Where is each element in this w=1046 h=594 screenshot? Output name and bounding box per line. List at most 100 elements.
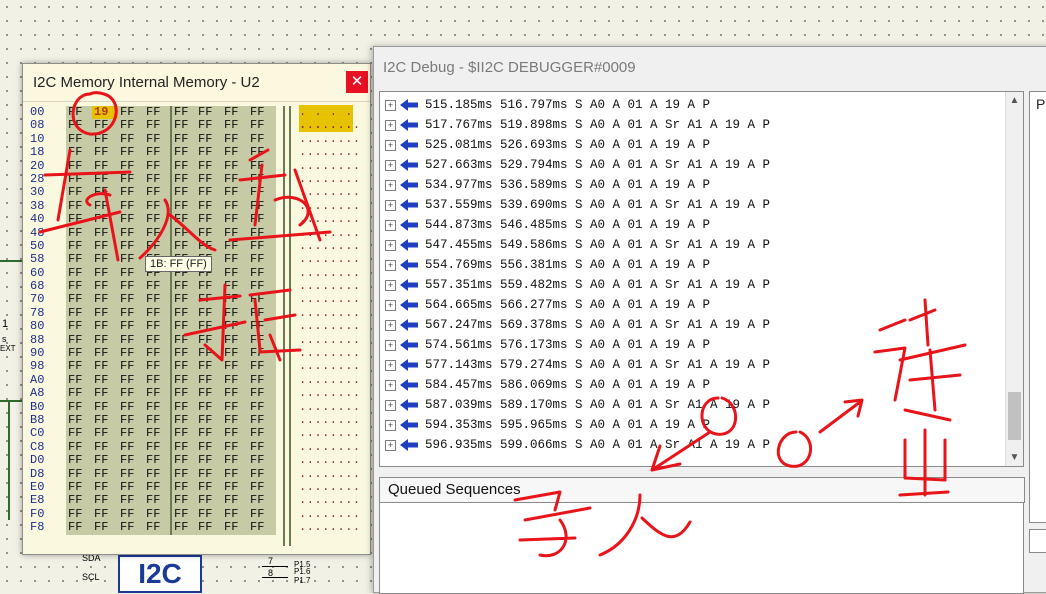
hex-cell[interactable]: FF (248, 360, 274, 374)
hex-cell[interactable]: FF (222, 319, 248, 333)
hex-cell[interactable]: FF (170, 520, 196, 535)
hex-cell[interactable]: FF (248, 333, 274, 347)
queued-sequences-pane[interactable] (379, 502, 1024, 594)
hex-cell[interactable]: FF (92, 239, 118, 253)
trace-pane[interactable]: +515.185ms 516.797ms S A0 A 01 A 19 A P +… (379, 91, 1024, 467)
expand-icon[interactable]: + (385, 279, 396, 291)
trace-row[interactable]: +587.039ms 589.170ms S A0 A 01 A Sr A1 A… (385, 395, 770, 415)
hex-cell[interactable]: FF (92, 172, 118, 186)
hex-cell[interactable]: FF (144, 239, 170, 253)
hex-cell[interactable]: FF (248, 520, 274, 534)
hex-cell[interactable]: FF (118, 266, 144, 280)
hex-cell[interactable]: FF (248, 453, 274, 467)
hex-cell[interactable]: FF (118, 199, 144, 213)
hex-cell[interactable]: FF (248, 426, 274, 440)
hex-cell[interactable]: FF (144, 440, 170, 454)
hex-cell[interactable]: FF (222, 453, 248, 467)
hex-cell[interactable]: FF (92, 185, 118, 199)
hex-cell[interactable]: FF (144, 373, 170, 387)
hex-cell[interactable]: FF (196, 105, 222, 119)
hex-cell[interactable]: FF (66, 507, 92, 521)
scroll-down-icon[interactable]: ▼ (1006, 449, 1023, 466)
hex-cell[interactable]: FF (118, 319, 144, 333)
hex-cell[interactable]: FF (118, 105, 144, 119)
hex-cell[interactable]: FF (196, 507, 222, 521)
hex-cell[interactable]: FF (248, 493, 274, 507)
hex-cell[interactable]: FF (248, 185, 274, 199)
hex-cell[interactable]: FF (222, 279, 248, 293)
hex-cell[interactable]: FF (92, 373, 118, 387)
scroll-thumb[interactable] (1008, 392, 1021, 440)
scroll-up-icon[interactable]: ▲ (1006, 92, 1023, 109)
hex-cell[interactable]: FF (248, 400, 274, 414)
debug-window[interactable]: I2C Debug - $II2C DEBUGGER#0009 +515.185… (373, 46, 1046, 594)
expand-icon[interactable]: + (385, 119, 396, 131)
trace-row[interactable]: +577.143ms 579.274ms S A0 A 01 A Sr A1 A… (385, 355, 770, 375)
hex-cell[interactable]: FF (118, 118, 144, 132)
hex-cell[interactable]: FF (222, 426, 248, 440)
hex-cell[interactable]: FF (196, 118, 222, 132)
hex-cell[interactable]: FF (170, 507, 196, 522)
hex-cell[interactable]: FF (144, 467, 170, 481)
hex-cell[interactable]: FF (144, 426, 170, 440)
expand-icon[interactable]: + (385, 159, 396, 171)
hex-cell[interactable]: FF (92, 279, 118, 293)
trace-row[interactable]: +564.665ms 566.277ms S A0 A 01 A 19 A P (385, 295, 770, 315)
hex-cell[interactable]: FF (144, 333, 170, 347)
hex-cell[interactable]: FF (118, 306, 144, 320)
hex-cell[interactable]: FF (66, 333, 92, 347)
hex-cell[interactable]: FF (144, 413, 170, 427)
hex-cell[interactable]: FF (144, 172, 170, 186)
expand-icon[interactable]: + (385, 379, 396, 391)
expand-icon[interactable]: + (385, 319, 396, 331)
hex-cell[interactable]: FF (248, 480, 274, 494)
hex-cell[interactable]: FF (66, 185, 92, 199)
hex-cell[interactable]: FF (222, 507, 248, 521)
trace-row[interactable]: +547.455ms 549.586ms S A0 A 01 A Sr A1 A… (385, 235, 770, 255)
trace-row[interactable]: +534.977ms 536.589ms S A0 A 01 A 19 A P (385, 175, 770, 195)
memory-window[interactable]: I2C Memory Internal Memory - U2 ✕ 00 08 10… (22, 63, 371, 555)
expand-icon[interactable]: + (385, 99, 396, 111)
queued-sequences-header[interactable]: Queued Sequences (379, 477, 1025, 503)
hex-cell[interactable]: FF (222, 360, 248, 374)
hex-cell[interactable]: FF (170, 118, 196, 133)
hex-cell[interactable]: FF (118, 426, 144, 440)
hex-cell[interactable]: FF (170, 493, 196, 508)
expand-icon[interactable]: + (385, 439, 396, 451)
hex-cell[interactable]: FF (118, 239, 144, 253)
hex-cell[interactable]: FF (222, 252, 248, 266)
hex-cell[interactable]: FF (92, 118, 118, 132)
hex-cell[interactable]: FF (170, 413, 196, 428)
hex-cell[interactable]: FF (170, 360, 196, 374)
hex-cell[interactable]: FF (118, 400, 144, 414)
hex-cell[interactable]: FF (222, 132, 248, 146)
hex-cell[interactable]: FF (170, 306, 196, 321)
hex-cell[interactable]: FF (222, 293, 248, 307)
hex-cell[interactable]: FF (196, 400, 222, 414)
hex-cell[interactable]: FF (144, 212, 170, 226)
hex-cell[interactable]: FF (92, 400, 118, 414)
hex-cell[interactable]: FF (118, 132, 144, 146)
hex-cell[interactable]: FF (92, 360, 118, 374)
hex-cell[interactable]: FF (66, 386, 92, 400)
hex-cell[interactable]: FF (144, 199, 170, 213)
close-button[interactable]: ✕ (346, 71, 368, 93)
hex-cell[interactable]: FF (144, 306, 170, 320)
hex-cell[interactable]: FF (248, 266, 274, 280)
hex-cell[interactable]: FF (92, 413, 118, 427)
hex-cell[interactable]: FF (92, 293, 118, 307)
hex-cell[interactable]: FF (66, 426, 92, 440)
hex-cell[interactable]: FF (248, 226, 274, 240)
hex-cell[interactable]: FF (66, 266, 92, 280)
hex-cell[interactable]: FF (144, 386, 170, 400)
expand-icon[interactable]: + (385, 299, 396, 311)
hex-cell[interactable]: FF (118, 346, 144, 360)
hex-cell[interactable]: FF (92, 252, 118, 266)
hex-cell[interactable]: FF (196, 279, 222, 293)
hex-cell[interactable]: FF (118, 185, 144, 199)
hex-cell[interactable]: FF (66, 252, 92, 266)
hex-cell[interactable]: FF (170, 440, 196, 455)
trace-row[interactable]: +574.561ms 576.173ms S A0 A 01 A 19 A P (385, 335, 770, 355)
hex-cell[interactable]: FF (144, 319, 170, 333)
hex-cell[interactable]: FF (170, 346, 196, 361)
